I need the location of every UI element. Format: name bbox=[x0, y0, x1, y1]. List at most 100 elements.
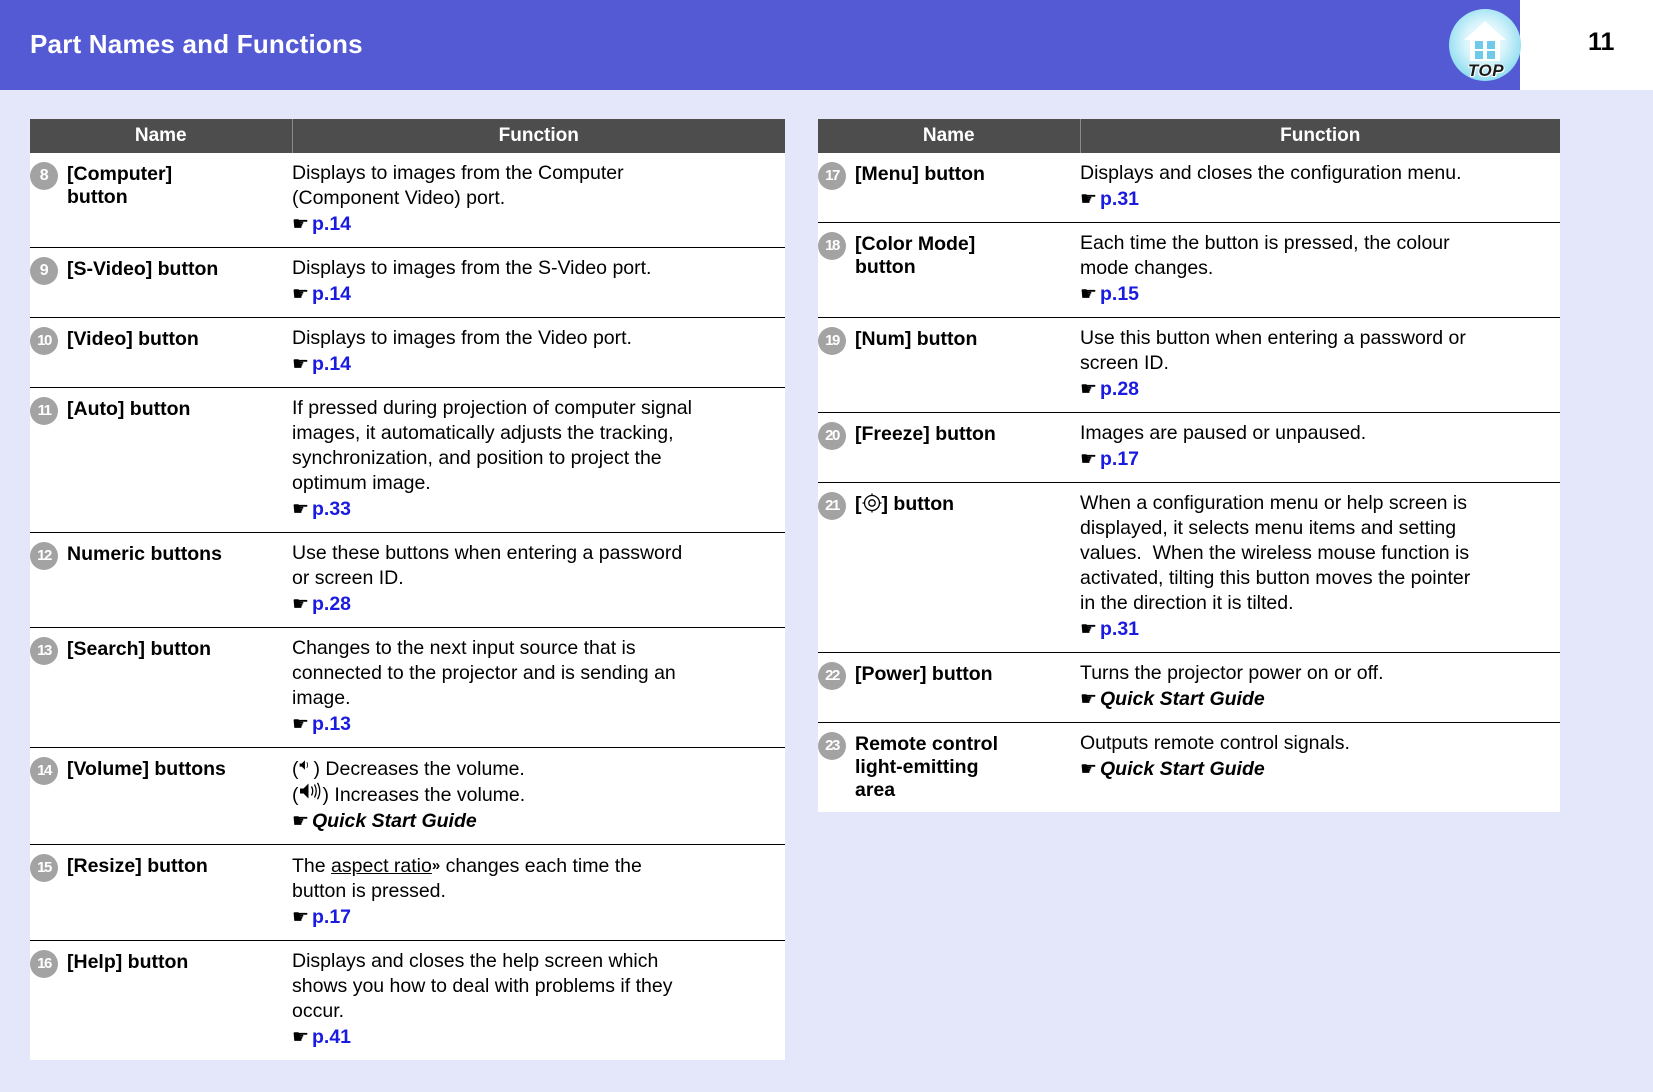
cell-function: Displays to images from the Computer (Com… bbox=[292, 153, 785, 248]
name-line: light-emitting bbox=[855, 756, 979, 778]
reference-guide[interactable]: ☛ Quick Start Guide bbox=[1080, 757, 1560, 782]
cell-function: The aspect ratio» changes each time the b… bbox=[292, 844, 785, 941]
name-line: [Search] button bbox=[67, 638, 212, 660]
page-body: Name Function 8 [Computer] button Displays … bbox=[0, 90, 1653, 1092]
function-line: occur. bbox=[292, 1000, 345, 1022]
reference-page-link[interactable]: ☛ p.17 bbox=[292, 905, 785, 930]
cell-function: Use this button when entering a password… bbox=[1080, 317, 1560, 413]
name-line: [Freeze] button bbox=[855, 423, 996, 445]
item-number-badge: 11 bbox=[30, 397, 58, 425]
pointing-hand-icon: ☛ bbox=[292, 1027, 310, 1048]
function-line: mode changes. bbox=[1080, 257, 1214, 279]
function-line: Images are paused or unpaused. bbox=[1080, 422, 1367, 444]
parts-table-left: Name Function 8 [Computer] button Displays … bbox=[30, 119, 785, 1060]
pointing-hand-icon: ☛ bbox=[1080, 379, 1098, 400]
table-row: 17 [Menu] button Displays and closes the c… bbox=[818, 153, 1560, 223]
pointing-hand-icon: ☛ bbox=[292, 594, 310, 615]
pointing-hand-icon: ☛ bbox=[292, 214, 310, 235]
function-line: values. When the wireless mouse function… bbox=[1080, 542, 1470, 564]
table-row: 11 [Auto] button If pressed during project… bbox=[30, 387, 785, 533]
table-row: 12 Numeric buttons Use these buttons when … bbox=[30, 532, 785, 628]
reference-page-link[interactable]: ☛ p.14 bbox=[292, 282, 785, 307]
pointing-hand-icon: ☛ bbox=[292, 714, 310, 735]
reference-page-link[interactable]: ☛ p.28 bbox=[1080, 377, 1560, 402]
function-line: connected to the projector and is sendin… bbox=[292, 662, 676, 684]
function-line: Use this button when entering a password… bbox=[1080, 327, 1466, 349]
pointing-hand-icon: ☛ bbox=[1080, 759, 1098, 780]
cell-name: 20 [Freeze] button bbox=[818, 412, 1080, 483]
reference-guide[interactable]: ☛ Quick Start Guide bbox=[292, 809, 785, 834]
reference-page-link[interactable]: ☛ p.28 bbox=[292, 592, 785, 617]
function-line: When a configuration menu or help screen… bbox=[1080, 492, 1467, 514]
item-number-badge: 23 bbox=[818, 732, 846, 760]
reference-page-link[interactable]: ☛ p.15 bbox=[1080, 282, 1560, 307]
reference-page-link[interactable]: ☛ p.31 bbox=[1080, 617, 1560, 642]
parts-table-right-body: 17 [Menu] button Displays and closes the c… bbox=[818, 153, 1560, 812]
part-name: [Help] button bbox=[67, 949, 188, 974]
volume-down-line: () Decreases the volume. bbox=[292, 758, 525, 780]
volume-up-line: () Increases the volume. bbox=[292, 782, 526, 806]
item-number-badge: 21 bbox=[818, 492, 846, 520]
item-number-badge: 16 bbox=[30, 950, 58, 978]
function-line: If pressed during projection of computer… bbox=[292, 397, 692, 419]
reference-page-link[interactable]: ☛ p.14 bbox=[292, 212, 785, 237]
item-number-badge: 8 bbox=[30, 162, 58, 190]
cell-function: Images are paused or unpaused. ☛ p.17 bbox=[1080, 412, 1560, 483]
reference-page-link[interactable]: ☛ p.33 bbox=[292, 497, 785, 522]
pointing-hand-icon: ☛ bbox=[292, 907, 310, 928]
cell-function: Use these buttons when entering a passwo… bbox=[292, 532, 785, 628]
header-white-notch bbox=[1520, 0, 1653, 90]
cell-function: Displays to images from the S-Video port… bbox=[292, 247, 785, 318]
cell-function: Displays to images from the Video port. ☛… bbox=[292, 317, 785, 388]
top-button[interactable]: TOP bbox=[1449, 9, 1523, 87]
function-line: Displays and closes the configuration me… bbox=[1080, 162, 1462, 184]
cell-name: 16 [Help] button bbox=[30, 940, 292, 1060]
item-number-badge: 19 bbox=[818, 327, 846, 355]
part-name: [Resize] button bbox=[67, 853, 208, 878]
pointing-hand-icon: ☛ bbox=[1080, 284, 1098, 305]
part-name: [] button bbox=[855, 491, 954, 516]
page-title: Part Names and Functions bbox=[30, 29, 363, 59]
table-row: 8 [Computer] button Displays to images from… bbox=[30, 153, 785, 248]
reference-page-link[interactable]: ☛ p.31 bbox=[1080, 187, 1560, 212]
table-row: 23 Remote control light-emitting area Output… bbox=[818, 722, 1560, 812]
pointing-hand-icon: ☛ bbox=[1080, 449, 1098, 470]
part-name: Numeric buttons bbox=[67, 541, 222, 566]
function-line: activated, tilting this button moves the… bbox=[1080, 567, 1471, 589]
cell-name: 22 [Power] button bbox=[818, 652, 1080, 723]
table-header-row: Name Function bbox=[30, 119, 785, 153]
part-name: Remote control light-emitting area bbox=[855, 731, 998, 802]
part-name: [Color Mode] button bbox=[855, 231, 975, 279]
part-name: [Computer] button bbox=[67, 161, 172, 209]
function-line: synchronization, and position to project… bbox=[292, 447, 662, 469]
cell-name: 19 [Num] button bbox=[818, 317, 1080, 413]
parts-table-left-body: 8 [Computer] button Displays to images from… bbox=[30, 153, 785, 1060]
part-name: [Num] button bbox=[855, 326, 977, 351]
pointing-hand-icon: ☛ bbox=[1080, 689, 1098, 710]
part-name: [Auto] button bbox=[67, 396, 190, 421]
cell-function: Each time the button is pressed, the col… bbox=[1080, 222, 1560, 318]
function-line: Displays to images from the Video port. bbox=[292, 327, 632, 349]
cell-name: 10 [Video] button bbox=[30, 317, 292, 388]
reference-page-link[interactable]: ☛ p.41 bbox=[292, 1025, 785, 1050]
function-line: optimum image. bbox=[292, 472, 431, 494]
function-line: Turns the projector power on or off. bbox=[1080, 662, 1384, 684]
name-line: [Menu] button bbox=[855, 163, 985, 185]
pointing-hand-icon: ☛ bbox=[292, 499, 310, 520]
reference-page-link[interactable]: ☛ p.17 bbox=[1080, 447, 1560, 472]
part-name: [Freeze] button bbox=[855, 421, 996, 446]
reference-page-link[interactable]: ☛ p.13 bbox=[292, 712, 785, 737]
cell-name: 8 [Computer] button bbox=[30, 153, 292, 248]
name-line: [Auto] button bbox=[67, 398, 191, 420]
function-line: images, it automatically adjusts the tra… bbox=[292, 422, 674, 444]
reference-guide[interactable]: ☛ Quick Start Guide bbox=[1080, 687, 1560, 712]
table-row: 16 [Help] button Displays and closes the h… bbox=[30, 940, 785, 1060]
reference-page-link[interactable]: ☛ p.14 bbox=[292, 352, 785, 377]
cell-name: 18 [Color Mode] button bbox=[818, 222, 1080, 318]
name-line: [Computer] bbox=[67, 163, 173, 185]
function-line: The aspect ratio» changes each time the bbox=[292, 855, 642, 877]
table-row: 21 [] button When a configuration menu or … bbox=[818, 482, 1560, 653]
pointing-hand-icon: ☛ bbox=[1080, 189, 1098, 210]
glossary-term-link[interactable]: aspect ratio bbox=[331, 855, 432, 877]
name-line: [S-Video] button bbox=[67, 258, 219, 280]
